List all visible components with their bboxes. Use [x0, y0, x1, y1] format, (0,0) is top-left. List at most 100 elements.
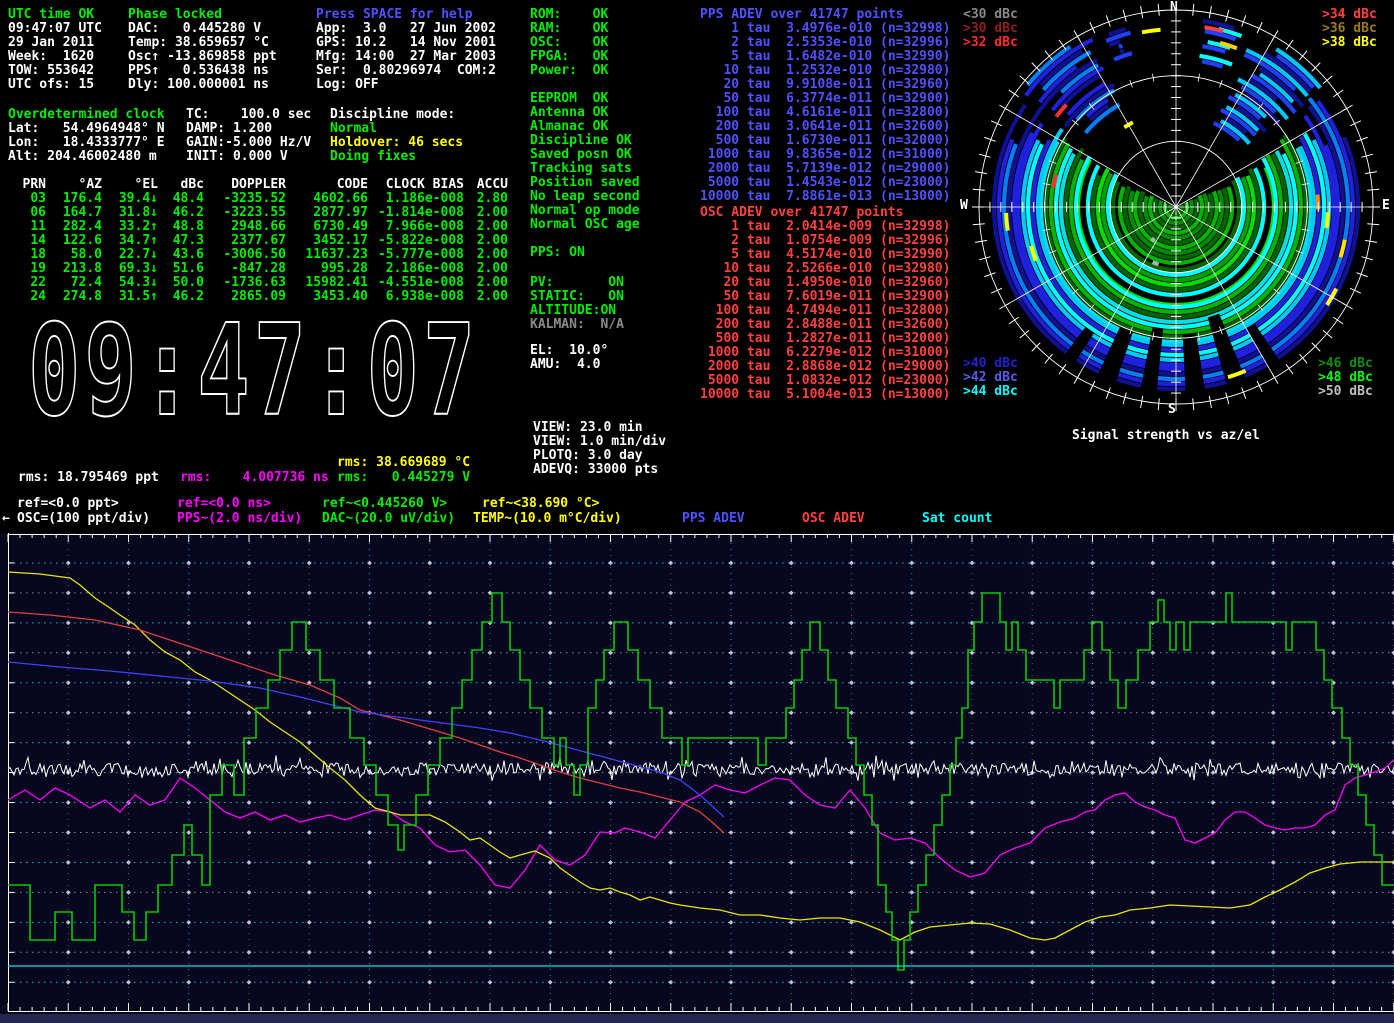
table-cell: -3235.52 — [204, 192, 286, 206]
table-cell: 2948.66 — [204, 220, 286, 234]
utc-time-block: 09:47:07 UTC29 Jan 2011Week: 1620TOW: 55… — [8, 22, 102, 92]
help-hint[interactable]: Press SPACE for help — [316, 8, 473, 22]
dbc-legend-entry: >46 dBc — [1318, 357, 1373, 371]
selftest-line: Power: OK — [530, 64, 608, 78]
pps-ref: ref=<0.0 ns> — [177, 497, 271, 511]
selftest-line: ROM: OK — [530, 8, 608, 22]
position-line: Lon: 18.4333777° E — [8, 136, 165, 150]
table-cell: 48.8 — [158, 220, 204, 234]
status-line: Antenna OK — [530, 106, 640, 120]
dbc-legend-entry: >30 dBc — [963, 22, 1018, 36]
table-cell: -1.814e-008 — [368, 206, 464, 220]
pps-adev-row: 2000 tau 5.7139e-012 (n=29000) — [700, 162, 950, 176]
osc-adev-row: 100 tau 4.7494e-011 (n=32800) — [700, 304, 950, 318]
table-cell: ACCU — [464, 178, 508, 192]
dac-scale: DAC~(20.0 uV/div) — [322, 512, 455, 526]
table-cell: 4602.66 — [286, 192, 368, 206]
table-cell: 1.186e-008 — [368, 192, 464, 206]
utc-status: UTC time OK — [8, 8, 94, 22]
table-cell: 72.4 — [46, 276, 102, 290]
table-row: 14122.634.7↑47.32377.673452.17-5.822e-00… — [8, 234, 508, 248]
filter-block: EL: 10.0°AMU: 4.0 — [530, 344, 608, 372]
dbc-legend-top-left: <30 dBc>30 dBc>32 dBc — [963, 8, 1018, 50]
rms-temp: rms: 38.669689 °C — [337, 456, 470, 470]
osc-adev-table: 1 tau 2.0414e-009 (n=32998) 2 tau 1.0754… — [700, 220, 950, 402]
discipline-normal: Normal — [330, 122, 377, 136]
osc-adev-row: 50 tau 7.6019e-011 (n=32900) — [700, 290, 950, 304]
table-cell: 176.4 — [46, 192, 102, 206]
table-cell: -5.777e-008 — [368, 248, 464, 262]
scroll-left-icon[interactable]: ← — [2, 512, 10, 526]
dbc-legend-bottom-left: >40 dBc>42 dBc>44 dBc — [963, 357, 1018, 399]
loop-line: TC: 100.0 sec — [186, 108, 311, 122]
table-cell: 43.6 — [158, 248, 204, 262]
polar-west-label: W — [960, 199, 968, 213]
dbc-legend-entry: >40 dBc — [963, 357, 1018, 371]
dbc-legend-entry: >32 dBc — [963, 36, 1018, 50]
table-cell: 995.28 — [286, 262, 368, 276]
dbc-legend-entry: >34 dBc — [1322, 8, 1377, 22]
table-cell: 15982.41 — [286, 276, 368, 290]
table-row: 11282.433.2↑48.82948.666730.497.966e-008… — [8, 220, 508, 234]
table-cell: 14 — [8, 234, 46, 248]
dbc-legend-top-right: >34 dBc>36 dBc>38 dBc — [1322, 8, 1377, 50]
table-cell: 282.4 — [46, 220, 102, 234]
fix-flag-line: ALTITUDE:ON — [530, 304, 624, 318]
polar-north-label: N — [1170, 1, 1178, 15]
selftest-block: ROM: OKRAM: OKOSC: OKFPGA: OKPower: OK — [530, 8, 608, 78]
view-line: ADEVQ: 33000 pts — [533, 463, 666, 477]
osc-adev-row: 1 tau 2.0414e-009 (n=32998) — [700, 220, 950, 234]
chart-svg — [0, 533, 1394, 1023]
table-cell: PRN — [8, 178, 46, 192]
osc-adev-row: 2 tau 1.0754e-009 (n=32996) — [700, 234, 950, 248]
loop-line: GAIN:-5.000 Hz/V — [186, 136, 311, 150]
table-cell: 34.7↑ — [102, 234, 158, 248]
utc-line: Week: 1620 — [8, 50, 102, 64]
polar-caption: Signal strength vs az/el — [1072, 429, 1260, 443]
pps-adev-table: 1 tau 3.4976e-010 (n=32998) 2 tau 2.5353… — [700, 22, 950, 204]
pps-adev-row: 10 tau 1.2532e-010 (n=32980) — [700, 64, 950, 78]
loop-params-block: TC: 100.0 secDAMP: 1.200GAIN:-5.000 Hz/V… — [186, 108, 311, 164]
osc-adev-row: 2000 tau 2.8868e-012 (n=29000) — [700, 360, 950, 374]
loop-line: DAMP: 1.200 — [186, 122, 311, 136]
view-block: VIEW: 23.0 minVIEW: 1.0 min/divPLOTQ: 3.… — [533, 421, 666, 477]
osc-adev-row: 5000 tau 1.0832e-012 (n=23000) — [700, 374, 950, 388]
legend-sat-count: Sat count — [922, 512, 992, 526]
table-cell: 54.3↓ — [102, 276, 158, 290]
table-cell: 2377.67 — [204, 234, 286, 248]
status-line: EEPROM OK — [530, 92, 640, 106]
table-cell: 33.2↑ — [102, 220, 158, 234]
status-line: Tracking sats — [530, 162, 640, 176]
table-cell: 22.7↓ — [102, 248, 158, 262]
table-cell: 213.8 — [46, 262, 102, 276]
sat-table: 03176.439.4↓48.4-3235.524602.661.186e-00… — [8, 192, 508, 304]
pps-adev-row: 2 tau 2.5353e-010 (n=32996) — [700, 36, 950, 50]
holdover-status: Holdover: 46 secs — [330, 136, 463, 150]
table-cell: -3223.55 — [204, 206, 286, 220]
doing-fixes: Doing fixes — [330, 150, 416, 164]
plot-area[interactable] — [0, 533, 1394, 1023]
utc-line: TOW: 553642 — [8, 64, 102, 78]
table-row: 2272.454.3↓50.0-1736.6315982.41-4.551e-0… — [8, 276, 508, 290]
sat-table-header: PRN°AZ°ELdBcDOPPLERCODECLOCK BIASACCU — [8, 178, 508, 192]
osc-adev-row: 10 tau 2.5266e-010 (n=32980) — [700, 262, 950, 276]
selftest-line: FPGA: OK — [530, 50, 608, 64]
pps-adev-row: 5 tau 1.6482e-010 (n=32990) — [700, 50, 950, 64]
osc-line: Temp: 38.659657 °C — [128, 36, 277, 50]
table-cell: 2.00 — [464, 206, 508, 220]
osc-adev-row: 200 tau 2.8488e-011 (n=32600) — [700, 318, 950, 332]
filter-line: AMU: 4.0 — [530, 358, 608, 372]
version-line: Log: OFF — [316, 78, 496, 92]
pps-scale: PPS~(2.0 ns/div) — [177, 512, 302, 526]
position-line: Lat: 54.4964948° N — [8, 122, 165, 136]
dbc-legend-bottom-right: >46 dBc>48 dBc>50 dBc — [1318, 357, 1373, 399]
pps-state: PPS: ON — [530, 246, 585, 260]
dbc-legend-entry: >42 dBc — [963, 371, 1018, 385]
osc-line: PPS↑ 0.536438 ns — [128, 64, 277, 78]
table-cell: 51.6 — [158, 262, 204, 276]
table-cell: 164.7 — [46, 206, 102, 220]
view-line: VIEW: 1.0 min/div — [533, 435, 666, 449]
osc-block: DAC: 0.445280 VTemp: 38.659657 °COsc↑ -1… — [128, 22, 277, 92]
utc-line: 29 Jan 2011 — [8, 36, 102, 50]
table-cell: 2.00 — [464, 276, 508, 290]
